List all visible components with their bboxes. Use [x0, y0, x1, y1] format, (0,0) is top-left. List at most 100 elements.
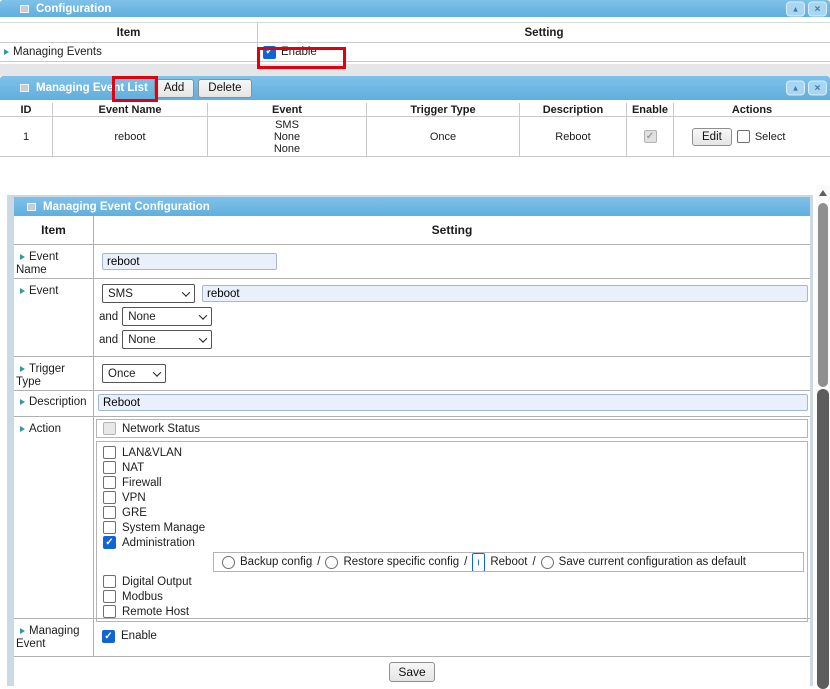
column-header-setting: Setting	[94, 216, 810, 244]
chevron-down-icon	[153, 368, 161, 376]
administration-radio-group: Backup config / Restore specific config …	[213, 552, 804, 572]
column-header-event-name: Event Name	[53, 103, 208, 116]
column-header-item: Item	[14, 216, 94, 244]
event-and1-selected: None	[128, 311, 156, 323]
close-icon[interactable]: ✕	[808, 1, 827, 16]
save-area: Save	[14, 657, 810, 685]
row-event-line: None	[274, 131, 300, 143]
configuration-panel: Configuration ▴ ✕ Item Setting Managing …	[0, 0, 830, 62]
enable-label: Enable	[121, 630, 157, 642]
column-header-actions: Actions	[674, 103, 830, 116]
save-button[interactable]: Save	[389, 662, 434, 682]
arrow-right-icon	[4, 49, 9, 55]
managing-event-configuration-panel: Managing Event Configuration Item Settin…	[7, 195, 813, 686]
event-and1-select[interactable]: None	[122, 307, 212, 326]
scrollbar-thumb[interactable]	[818, 203, 828, 387]
backup-config-radio[interactable]	[222, 556, 235, 569]
description-input[interactable]	[98, 394, 808, 411]
lan-vlan-checkbox[interactable]	[103, 446, 116, 459]
row-trigger-type: Once	[367, 117, 520, 156]
collapse-icon[interactable]: ▴	[786, 1, 805, 16]
modbus-checkbox[interactable]	[103, 590, 116, 603]
description-label: Description	[29, 396, 87, 408]
close-icon[interactable]: ✕	[808, 81, 827, 96]
column-header-enable: Enable	[627, 103, 674, 116]
arrow-right-icon	[20, 426, 25, 432]
managing-events-enable-checkbox[interactable]	[263, 46, 276, 59]
network-status-checkbox	[103, 422, 116, 435]
panel-title: Managing Event List	[36, 82, 148, 94]
gre-checkbox[interactable]	[103, 506, 116, 519]
remote-host-checkbox[interactable]	[103, 605, 116, 618]
system-manage-checkbox[interactable]	[103, 521, 116, 534]
scroll-up-icon[interactable]	[816, 185, 830, 201]
event-type-selected: SMS	[108, 288, 133, 300]
lan-vlan-label: LAN&VLAN	[122, 447, 182, 459]
gre-label: GRE	[122, 507, 147, 519]
arrow-right-icon	[20, 366, 25, 372]
configuration-table: Item Setting Managing Events Enable	[0, 22, 830, 62]
select-checkbox[interactable]	[737, 130, 750, 143]
administration-checkbox[interactable]	[103, 536, 116, 549]
edit-button[interactable]: Edit	[692, 128, 732, 146]
chevron-down-icon	[182, 288, 190, 296]
select-label: Select	[755, 131, 786, 143]
managing-events-item-cell: Managing Events	[0, 43, 258, 61]
managing-event-enable-checkbox[interactable]	[102, 630, 115, 643]
event-name-item-cell: Event Name	[14, 245, 94, 278]
column-header-event: Event	[208, 103, 367, 116]
save-default-radio[interactable]	[541, 556, 554, 569]
table-row: 1 reboot SMS None None Once Reboot Edit …	[0, 117, 830, 157]
event-item-cell: Event	[14, 279, 94, 356]
radio-separator: /	[317, 556, 320, 568]
config-table-header: Item Setting	[14, 216, 810, 245]
action-setting-cell: Network Status LAN&VLAN NAT Firewall VPN…	[94, 417, 810, 618]
modbus-label: Modbus	[122, 591, 163, 603]
scrollbar-thumb-dark[interactable]	[817, 389, 829, 689]
firewall-checkbox[interactable]	[103, 476, 116, 489]
arrow-right-icon	[20, 628, 25, 634]
system-manage-label: System Manage	[122, 522, 205, 534]
enable-label: Enable	[281, 46, 317, 58]
panel-title: Configuration	[36, 3, 111, 15]
arrow-right-icon	[20, 288, 25, 294]
description-setting-cell	[94, 391, 810, 416]
nat-label: NAT	[122, 462, 144, 474]
nat-checkbox[interactable]	[103, 461, 116, 474]
row-actions-cell: Edit Select	[674, 117, 830, 156]
managing-event-list-header: Managing Event List Add Delete ▴ ✕	[0, 76, 830, 100]
trigger-type-row: Trigger Type Once	[14, 357, 810, 391]
radio-separator: /	[464, 556, 467, 568]
window-icon	[20, 5, 29, 13]
trigger-type-setting-cell: Once	[94, 357, 810, 390]
trigger-type-item-cell: Trigger Type	[14, 357, 94, 390]
event-type-select[interactable]: SMS	[102, 284, 195, 303]
managing-event-list-panel: Managing Event List Add Delete ▴ ✕ ID Ev…	[0, 76, 830, 157]
panel-title: Managing Event Configuration	[43, 201, 210, 213]
event-row: Event SMS and None	[14, 279, 810, 357]
column-header-trigger-type: Trigger Type	[367, 103, 520, 116]
event-value-input[interactable]	[202, 285, 808, 302]
collapse-icon[interactable]: ▴	[786, 81, 805, 96]
event-label: Event	[29, 285, 58, 297]
action-options-box: LAN&VLAN NAT Firewall VPN GRE System Man…	[96, 441, 808, 622]
add-button[interactable]: Add	[154, 79, 194, 98]
trigger-type-select[interactable]: Once	[102, 364, 166, 383]
managing-event-setting-cell: Enable	[94, 619, 810, 656]
network-status-box: Network Status	[96, 419, 808, 438]
event-list-table-header: ID Event Name Event Trigger Type Descrip…	[0, 103, 830, 117]
vertical-scrollbar[interactable]	[816, 185, 830, 686]
chevron-down-icon	[199, 334, 207, 342]
vpn-checkbox[interactable]	[103, 491, 116, 504]
radio-separator: /	[532, 556, 535, 568]
event-and2-select[interactable]: None	[122, 330, 212, 349]
reboot-radio[interactable]	[472, 553, 485, 572]
digital-output-checkbox[interactable]	[103, 575, 116, 588]
column-header-setting: Setting	[258, 23, 830, 42]
row-description: Reboot	[520, 117, 627, 156]
restore-specific-config-radio[interactable]	[325, 556, 338, 569]
event-name-input[interactable]	[102, 253, 277, 270]
managing-events-row: Managing Events Enable	[0, 43, 830, 62]
delete-button[interactable]: Delete	[198, 79, 251, 98]
row-event-line: None	[274, 143, 300, 155]
